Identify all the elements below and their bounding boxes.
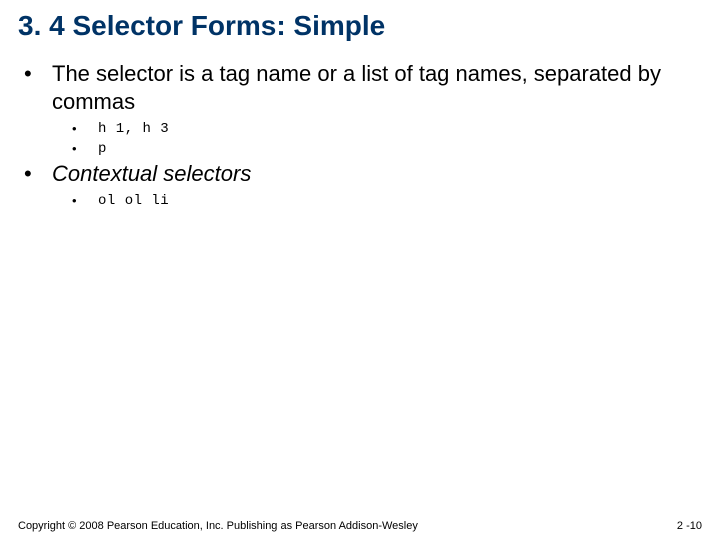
bullet-icon: • [72,192,98,210]
copyright-text: Copyright © 2008 Pearson Education, Inc.… [18,520,418,532]
list-item: • Contextual selectors [18,160,702,188]
bullet-icon: • [72,120,98,138]
page-number: 2 -10 [677,520,702,532]
bullet-icon: • [72,140,98,158]
list-item: • h 1, h 3 [72,120,702,138]
bullet-text: Contextual selectors [52,160,251,188]
footer: Copyright © 2008 Pearson Education, Inc.… [0,520,720,532]
list-item: • The selector is a tag name or a list o… [18,60,702,116]
code-text: p [98,140,107,158]
slide-title: 3. 4 Selector Forms: Simple [18,10,702,42]
code-text: ol ol li [98,192,169,210]
bullet-icon: • [18,60,52,116]
code-text: h 1, h 3 [98,120,169,138]
list-item: • p [72,140,702,158]
slide: 3. 4 Selector Forms: Simple • The select… [0,0,720,540]
bullet-text: The selector is a tag name or a list of … [52,60,702,116]
bullet-icon: • [18,160,52,188]
list-item: • ol ol li [72,192,702,210]
